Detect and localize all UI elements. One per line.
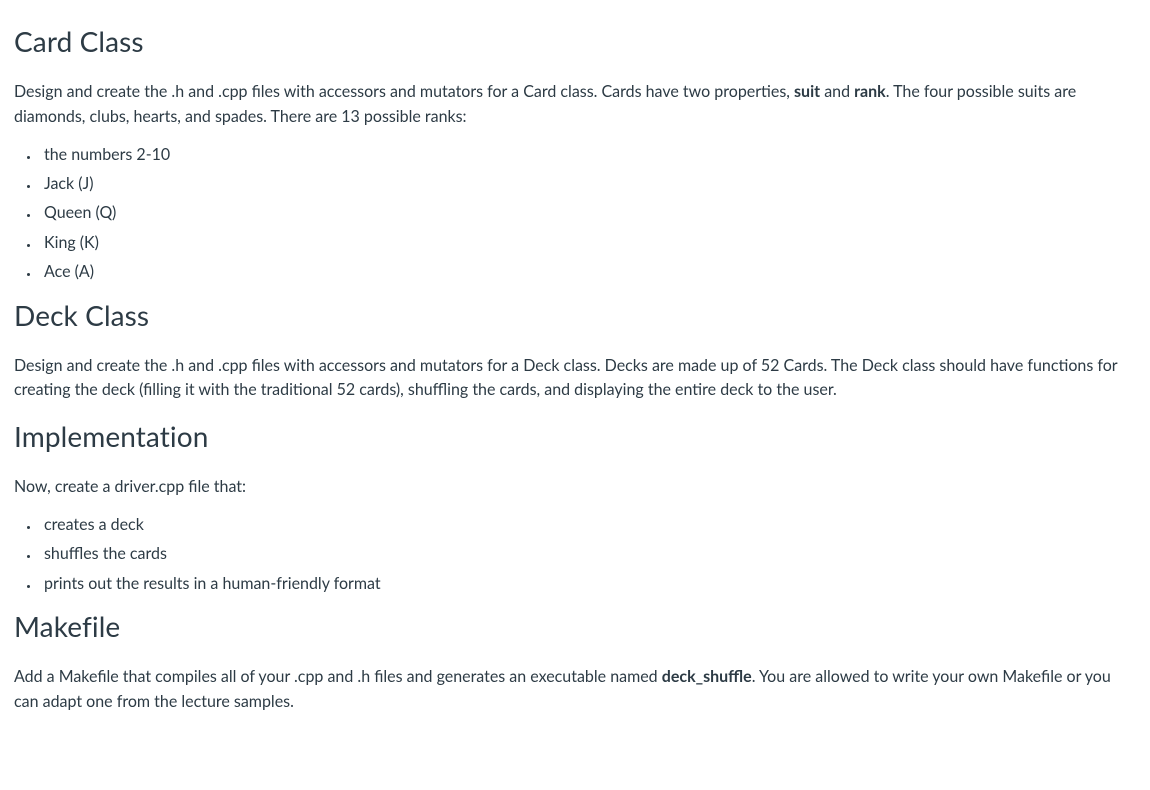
- list-item: King (K): [40, 232, 1136, 254]
- card-class-section: Card Class Design and create the .h and …: [14, 20, 1136, 284]
- list-item: prints out the results in a human-friend…: [40, 573, 1136, 595]
- makefile-heading: Makefile: [14, 605, 1136, 647]
- deck-class-section: Deck Class Design and create the .h and …: [14, 294, 1136, 404]
- card-class-intro: Design and create the .h and .cpp files …: [14, 80, 1136, 130]
- implementation-section: Implementation Now, create a driver.cpp …: [14, 415, 1136, 595]
- implementation-intro: Now, create a driver.cpp file that:: [14, 475, 1136, 500]
- makefile-bold-exe: deck_shuffle: [662, 667, 752, 686]
- makefile-section: Makefile Add a Makefile that compiles al…: [14, 605, 1136, 715]
- list-item: Queen (Q): [40, 202, 1136, 224]
- list-item: Ace (A): [40, 261, 1136, 283]
- card-ranks-list: the numbers 2-10 Jack (J) Queen (Q) King…: [40, 144, 1136, 284]
- list-item: shuffles the cards: [40, 543, 1136, 565]
- implementation-heading: Implementation: [14, 415, 1136, 457]
- deck-class-heading: Deck Class: [14, 294, 1136, 336]
- list-item: the numbers 2-10: [40, 144, 1136, 166]
- card-intro-pre: Design and create the .h and .cpp files …: [14, 82, 794, 101]
- card-bold-rank: rank: [854, 82, 886, 101]
- list-item: creates a deck: [40, 514, 1136, 536]
- card-intro-mid: and: [820, 82, 854, 101]
- list-item: Jack (J): [40, 173, 1136, 195]
- makefile-body: Add a Makefile that compiles all of your…: [14, 665, 1136, 715]
- makefile-body-pre: Add a Makefile that compiles all of your…: [14, 667, 662, 686]
- implementation-steps-list: creates a deck shuffles the cards prints…: [40, 514, 1136, 595]
- card-bold-suit: suit: [794, 82, 820, 101]
- deck-class-body: Design and create the .h and .cpp files …: [14, 354, 1136, 404]
- card-class-heading: Card Class: [14, 20, 1136, 62]
